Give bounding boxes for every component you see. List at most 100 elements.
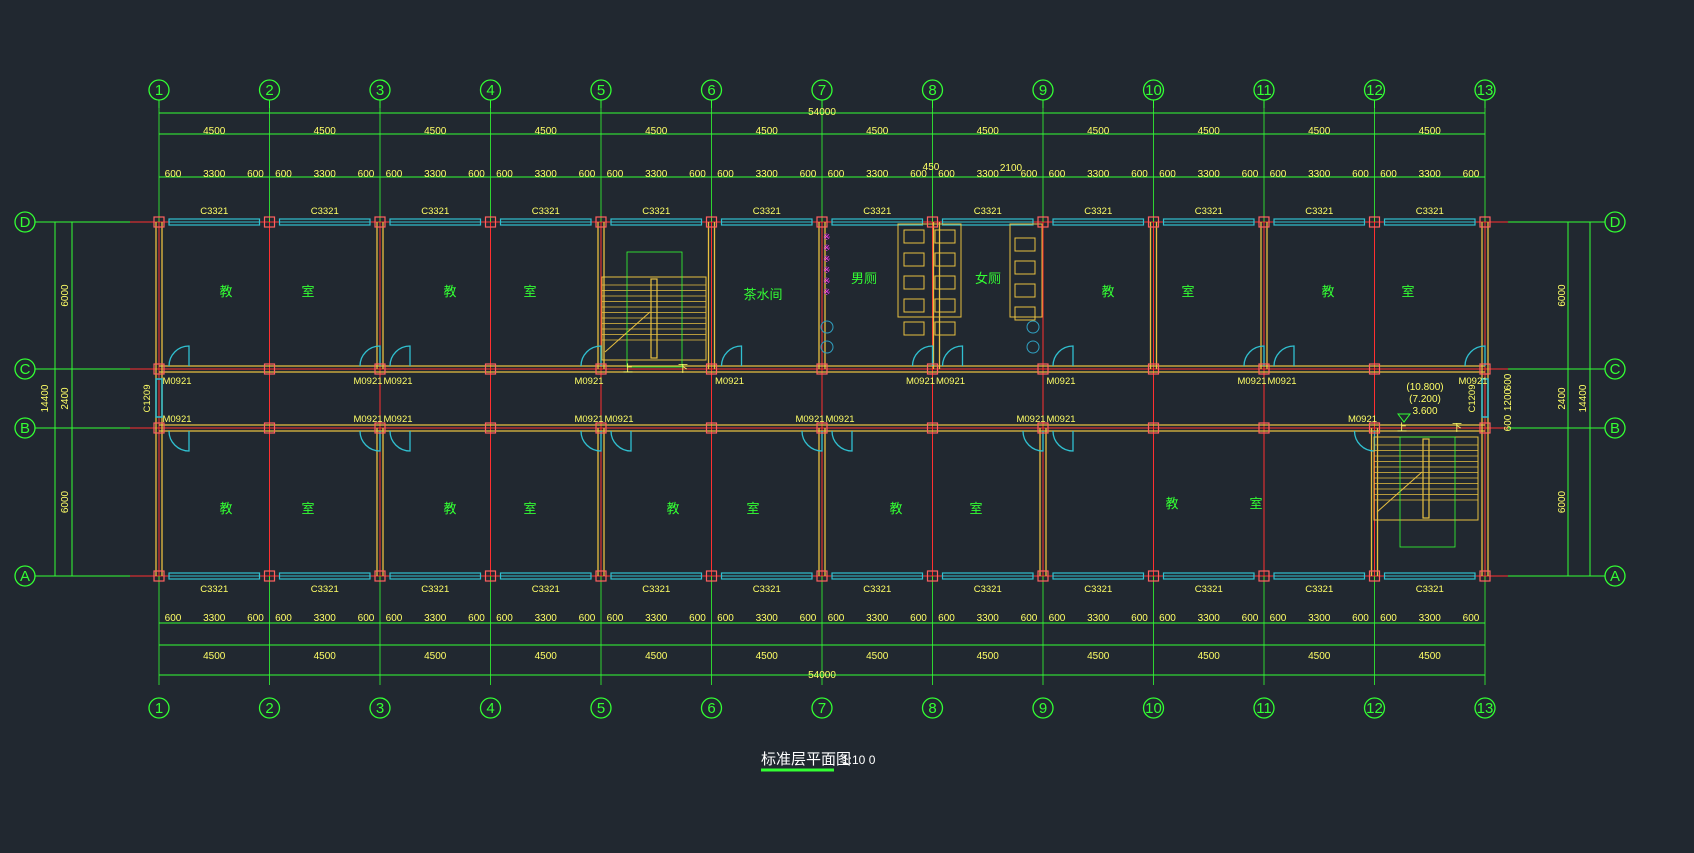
axis-bottom-9-label: 9 bbox=[1039, 700, 1047, 717]
dim-bay-bot-1: 4500 bbox=[203, 651, 226, 662]
classroom-4-a: 教 bbox=[219, 501, 232, 516]
dim-total-bottom: 54000 bbox=[808, 670, 836, 681]
dim-win-top-7: 3300 bbox=[866, 169, 889, 180]
door-label-n-0: M0921 bbox=[162, 376, 191, 387]
dim-bay-bot-3: 4500 bbox=[424, 651, 447, 662]
dim-bay-top-1: 4500 bbox=[203, 126, 226, 137]
window-label-n-2: C3321 bbox=[311, 206, 339, 217]
door-swing-south-8 bbox=[1052, 430, 1074, 452]
dim-win-top-11: 3300 bbox=[1308, 169, 1331, 180]
dim-pier-tl-12: 600 bbox=[1380, 169, 1397, 180]
dim-bay-top-3: 4500 bbox=[424, 126, 447, 137]
window-label-s-5: C3321 bbox=[642, 584, 670, 595]
dim-win-top-9: 3300 bbox=[1087, 169, 1110, 180]
floor-plan-drawing: ※※※※※※ 54000540004500450033003300600 6006… bbox=[14, 79, 1626, 772]
dim-bay-bot-5: 4500 bbox=[645, 651, 668, 662]
dim-pier-tr-6: 600 bbox=[800, 169, 817, 180]
classroom-1-a: 教 bbox=[443, 284, 456, 299]
dim-pier-br-3: 600 bbox=[468, 613, 485, 624]
basin-mark-0: ※ bbox=[823, 232, 831, 242]
dim-pier-bl-3: 600 bbox=[386, 613, 403, 624]
dim-win-top-8: 3300 bbox=[977, 169, 1000, 180]
dim-pier-tr-8: 600 bbox=[1021, 169, 1038, 180]
dim-pier-bl-6: 600 bbox=[717, 613, 734, 624]
door-label-s-2: M0921 bbox=[383, 414, 412, 425]
axis-top-6-label: 6 bbox=[707, 82, 715, 99]
door-label-s-8: M0921 bbox=[1046, 414, 1075, 425]
window-label-s-8: C3321 bbox=[974, 584, 1002, 595]
door-swing-north-0 bbox=[168, 345, 190, 367]
stair-north-outline bbox=[626, 251, 683, 368]
toilet-men-stalls bbox=[897, 223, 962, 318]
dim-bay-bot-7: 4500 bbox=[866, 651, 889, 662]
dim-win-bot-9: 3300 bbox=[1087, 613, 1110, 624]
dim-pier-tr-1: 600 bbox=[247, 169, 264, 180]
door-swing-north-9 bbox=[1273, 345, 1295, 367]
door-label-n-8: M0921 bbox=[1237, 376, 1266, 387]
classroom-6-b: 室 bbox=[746, 501, 759, 516]
stair-down-south: 下 bbox=[1452, 423, 1462, 434]
window-label-s-2: C3321 bbox=[311, 584, 339, 595]
window-label-n-10: C3321 bbox=[1195, 206, 1223, 217]
dim-pier-tl-5: 600 bbox=[607, 169, 624, 180]
dim-v-left-6000b: 6000 bbox=[60, 490, 71, 513]
door-label-n-2: M0921 bbox=[383, 376, 412, 387]
dim-win-top-3: 3300 bbox=[424, 169, 447, 180]
axis-top-1-label: 1 bbox=[155, 82, 163, 99]
dim-v-right-total: 14400 bbox=[1578, 384, 1589, 412]
window-label-n-3: C3321 bbox=[421, 206, 449, 217]
dim-pier-br-2: 600 bbox=[358, 613, 375, 624]
elevation-0: (10.800) bbox=[1406, 382, 1443, 393]
dim-total-top: 54000 bbox=[808, 107, 836, 118]
dim-pier-tl-7: 600 bbox=[828, 169, 845, 180]
dim-toilet-450: 450 bbox=[923, 162, 940, 173]
doors bbox=[168, 345, 1486, 452]
dim-bay-top-11: 4500 bbox=[1308, 126, 1331, 137]
door-label-n-1: M0921 bbox=[353, 376, 382, 387]
dim-win-top-5: 3300 bbox=[645, 169, 668, 180]
dim-win-bot-1: 3300 bbox=[203, 613, 226, 624]
dim-pier-tl-9: 600 bbox=[1049, 169, 1066, 180]
window-label-n-1: C3321 bbox=[200, 206, 228, 217]
door-swing-north-2 bbox=[389, 345, 411, 367]
door-swing-south-4 bbox=[610, 430, 632, 452]
window-label-n-12: C3321 bbox=[1416, 206, 1444, 217]
basin-mark-2: ※ bbox=[823, 254, 831, 264]
axis-top-3-label: 3 bbox=[376, 82, 384, 99]
dim-win-bot-4: 3300 bbox=[535, 613, 558, 624]
window-label-s-12: C3321 bbox=[1416, 584, 1444, 595]
dim-pier-tl-4: 600 bbox=[496, 169, 513, 180]
dim-bay-top-4: 4500 bbox=[535, 126, 558, 137]
door-label-s-6: M0921 bbox=[825, 414, 854, 425]
dim-win-bot-2: 3300 bbox=[314, 613, 337, 624]
dim-pier-bl-5: 600 bbox=[607, 613, 624, 624]
urinal-a-0 bbox=[903, 229, 925, 244]
door-label-s-0: M0921 bbox=[162, 414, 191, 425]
dim-pier-tl-8: 600 bbox=[938, 169, 955, 180]
dim-bay-top-12: 4500 bbox=[1419, 126, 1442, 137]
dim-win-bot-3: 3300 bbox=[424, 613, 447, 624]
axis-top-11-label: 11 bbox=[1256, 82, 1272, 99]
dim-pier-br-10: 600 bbox=[1242, 613, 1259, 624]
dim-v-right-6000a: 6000 bbox=[1557, 284, 1568, 307]
axis-top-9-label: 9 bbox=[1039, 82, 1047, 99]
classroom-0-a: 教 bbox=[219, 284, 232, 299]
toilet-women-fix-2 bbox=[1014, 283, 1036, 298]
dim-v-right-1200: 1200 bbox=[1503, 388, 1514, 411]
dim-pier-br-9: 600 bbox=[1131, 613, 1148, 624]
dim-pier-br-7: 600 bbox=[910, 613, 927, 624]
stair-up-south: 上 bbox=[1397, 422, 1407, 434]
dim-pier-bl-10: 600 bbox=[1159, 613, 1176, 624]
toilet-women-fix-3 bbox=[1014, 306, 1036, 321]
dim-win-bot-12: 3300 bbox=[1419, 613, 1442, 624]
dim-bay-top-8: 4500 bbox=[977, 126, 1000, 137]
dim-pier-tr-10: 600 bbox=[1242, 169, 1259, 180]
dim-pier-br-1: 600 bbox=[247, 613, 264, 624]
urinal-a-3 bbox=[903, 298, 925, 313]
classroom-2-b: 室 bbox=[1181, 284, 1194, 299]
dim-bay-top-5: 4500 bbox=[645, 126, 668, 137]
classroom-3-b: 室 bbox=[1401, 284, 1414, 299]
dim-win-top-2: 3300 bbox=[314, 169, 337, 180]
dim-pier-bl-7: 600 bbox=[828, 613, 845, 624]
door-label-s-4: M0921 bbox=[604, 414, 633, 425]
